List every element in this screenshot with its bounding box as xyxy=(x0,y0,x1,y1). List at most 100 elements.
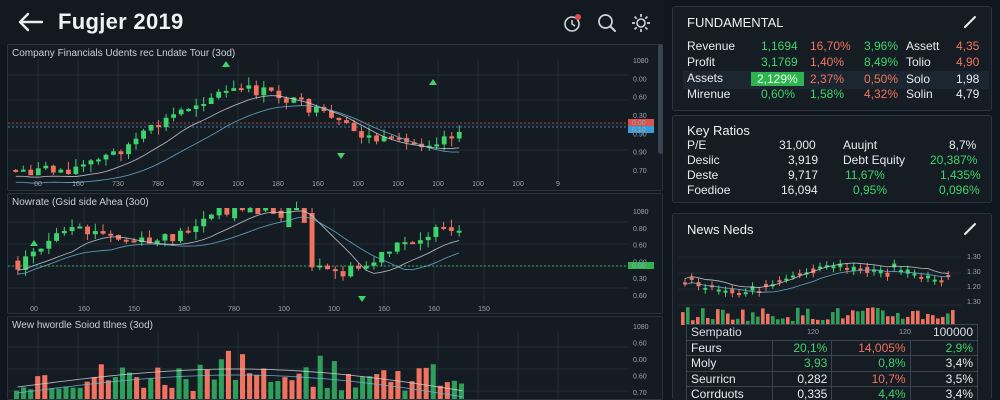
candle-body xyxy=(133,138,139,145)
buy-signal-arrow xyxy=(222,61,230,67)
row-label: Profit xyxy=(687,55,716,69)
candle-body xyxy=(379,252,385,263)
chart-panel-volume[interactable]: Wew hwordle Soiod ttlnes (3od) 1080 0.60 0… xyxy=(7,316,663,400)
volume-bar xyxy=(105,380,111,399)
candle-body xyxy=(50,165,56,173)
candle-body xyxy=(223,90,229,93)
candle-body xyxy=(58,169,64,173)
y-axis-tick: 1.30 xyxy=(967,269,981,276)
x-axis-tick: 150 xyxy=(478,306,490,313)
moving-average-line xyxy=(684,262,949,288)
row-value: 0,50% xyxy=(864,72,899,86)
volume-bar xyxy=(876,307,880,325)
candle-body xyxy=(410,242,416,245)
buy-signal-arrow xyxy=(429,79,437,85)
volume-bar xyxy=(367,376,373,399)
volume-bar xyxy=(91,377,97,399)
volume-bar xyxy=(70,387,76,399)
candle-body xyxy=(177,230,183,242)
row-value: 3,919 xyxy=(788,153,819,167)
x-axis-tick: 180 xyxy=(272,181,284,188)
candle-body xyxy=(276,90,282,99)
cell-value: 0,282 xyxy=(771,370,833,387)
edit-pencil-icon[interactable] xyxy=(963,222,977,236)
volume-bar xyxy=(282,377,288,399)
price-tag: 0.10 xyxy=(632,127,646,134)
summary-header-label: Sempatio xyxy=(686,324,911,341)
candle-body xyxy=(193,226,199,233)
settings-gear-icon[interactable] xyxy=(630,12,652,34)
x-axis-tick: 100 xyxy=(432,181,444,188)
search-icon[interactable] xyxy=(596,12,618,34)
volume-bar xyxy=(119,367,126,399)
candle-body xyxy=(730,289,735,294)
candle-body xyxy=(111,151,116,155)
x-axis-tick: 780 xyxy=(192,181,204,188)
row-value: 1,435% xyxy=(940,168,981,182)
chart-panel-nowrate[interactable]: Nowrate (Gsid side Ahea (3o0) 00 160 150 18… xyxy=(7,193,663,314)
x-axis-tick: 780 xyxy=(152,181,164,188)
table-row[interactable]: Seurricn 0,282 10,7% 3,5% xyxy=(686,370,979,387)
row-value: 4,79 xyxy=(956,87,980,101)
x-axis-tick: 100 xyxy=(352,181,364,188)
y-axis-tick: 0.30 xyxy=(633,276,647,283)
row-value: 4,32% xyxy=(864,87,899,101)
volume-bar xyxy=(112,377,118,399)
y-axis-tick: 1080 xyxy=(633,209,649,216)
scrollbar[interactable] xyxy=(658,44,663,154)
row-value: 16,094 xyxy=(781,183,818,197)
volume-bar xyxy=(861,310,865,325)
table-row[interactable]: Feurs 20,1% 14,005% 2,9% xyxy=(686,339,979,356)
x-axis-tick: 00 xyxy=(34,181,42,188)
edit-pencil-icon[interactable] xyxy=(963,15,977,29)
candle-body xyxy=(939,280,944,283)
volume-bar xyxy=(911,311,915,325)
volume-bar xyxy=(296,373,302,399)
x-axis-tick: 180 xyxy=(178,306,190,313)
x-axis-tick: 160 xyxy=(78,306,90,313)
candle-body xyxy=(131,240,137,243)
back-arrow-icon[interactable] xyxy=(16,10,44,34)
candle-body xyxy=(247,208,253,213)
row-value: 1,1694 xyxy=(761,39,798,53)
candle-body xyxy=(301,208,307,223)
x-axis-tick: 150 xyxy=(128,306,140,313)
candle-body xyxy=(77,226,83,229)
candle-body xyxy=(433,226,439,237)
chart-panel-financials[interactable]: Company Financials Udents rec Lndate Tou… xyxy=(7,44,663,191)
volume-bar xyxy=(338,390,344,399)
candle-body xyxy=(291,97,297,103)
row-label: Revenue xyxy=(687,39,736,53)
candle-body xyxy=(35,168,41,176)
y-axis-tick: 1.30 xyxy=(967,254,981,261)
candle-body xyxy=(23,256,29,270)
row-key: Solin xyxy=(906,87,933,101)
candle-body xyxy=(791,275,795,278)
row-label: P/E xyxy=(687,138,707,152)
candle-body xyxy=(126,144,131,155)
candle-body xyxy=(263,208,269,211)
volume-bar xyxy=(141,387,147,399)
candle-body xyxy=(456,230,462,233)
x-axis-tick: 100 xyxy=(328,306,340,313)
row-value: 3,1769 xyxy=(761,55,798,69)
candle-body xyxy=(15,260,21,270)
candle-body xyxy=(186,109,192,112)
table-row[interactable]: Corrduots 0,335 4,4% 3,4% xyxy=(686,386,979,400)
table-row[interactable]: Moly 3,93 0,8% 3,4% xyxy=(686,355,979,372)
candle-body xyxy=(703,287,708,290)
row-value: 8,7% xyxy=(949,138,977,152)
fundamental-panel: FUNDAMENTAL Revenue 1,1694 16,70% 3,96% … xyxy=(672,6,992,111)
volume-bar xyxy=(268,381,274,399)
candle-body xyxy=(246,85,252,89)
y-axis-tick: 0.90 xyxy=(633,150,647,157)
y-axis-tick: 1080 xyxy=(633,58,649,65)
fundamental-row: Profit 3,1769 1,40% 8,49% Tolio 4,90 xyxy=(687,55,983,71)
candle-body xyxy=(394,242,400,252)
candle-body xyxy=(737,292,741,295)
volume-bar xyxy=(331,361,337,399)
alarm-clock-icon[interactable] xyxy=(562,12,584,34)
candle-body xyxy=(13,169,19,172)
candle-body xyxy=(351,122,357,132)
candlestick-chart-financials: 00 160 730 780 780 100 180 160 100 100 100 100 100 9 1… xyxy=(8,58,654,188)
